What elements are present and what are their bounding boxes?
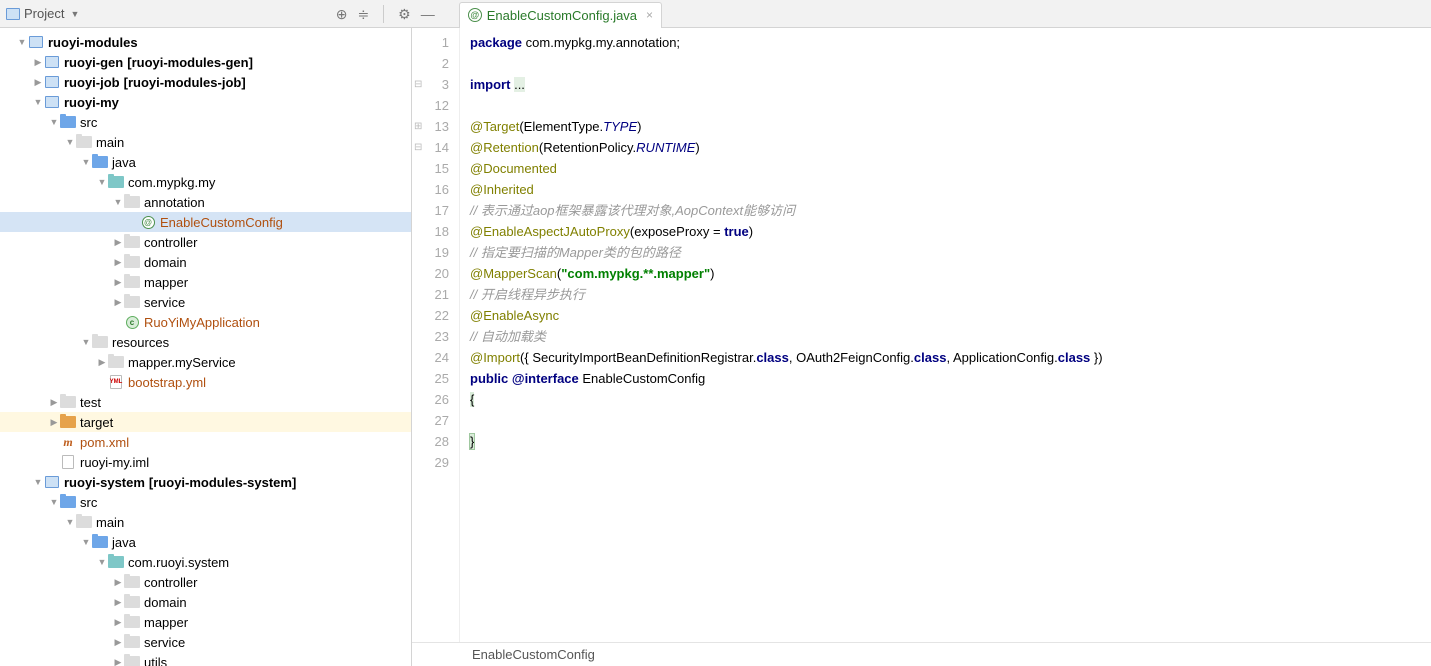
tree-label: main xyxy=(96,135,124,150)
tree-suffix: [ruoyi-modules-job] xyxy=(124,75,246,90)
tree-label: domain xyxy=(144,595,187,610)
tree-label: mapper xyxy=(144,275,188,290)
tree-row[interactable]: ▶ruoyi-job[ruoyi-modules-job] xyxy=(0,72,411,92)
tree-label: mapper.myService xyxy=(128,355,236,370)
tree-row[interactable]: ▶ruoyi-gen[ruoyi-modules-gen] xyxy=(0,52,411,72)
tree-label: main xyxy=(96,515,124,530)
main-split: ▼ruoyi-modules▶ruoyi-gen[ruoyi-modules-g… xyxy=(0,28,1431,666)
tree-label: java xyxy=(112,535,136,550)
settings-icon[interactable]: ≑ xyxy=(357,7,369,21)
tree-row[interactable]: ▼java xyxy=(0,152,411,172)
tree-row[interactable]: ▼ruoyi-modules xyxy=(0,32,411,52)
tree-row[interactable]: ▼annotation xyxy=(0,192,411,212)
tree-row[interactable]: ▶domain xyxy=(0,592,411,612)
tree-label: ruoyi-my xyxy=(64,95,119,110)
code-area[interactable]: package com.mypkg.my.annotation; import … xyxy=(460,28,1431,642)
tree-label: test xyxy=(80,395,101,410)
tree-label: com.mypkg.my xyxy=(128,175,215,190)
tree-row[interactable]: ·cRuoYiMyApplication xyxy=(0,312,411,332)
tree-row[interactable]: ▼resources xyxy=(0,332,411,352)
project-selector[interactable]: Project ▼ xyxy=(0,6,79,21)
project-label: Project xyxy=(24,6,64,21)
tree-row[interactable]: ▶mapper.myService xyxy=(0,352,411,372)
tree-row[interactable]: ▼java xyxy=(0,532,411,552)
toolbar: Project ▼ ⊕ ≑ ⚙ — @ EnableCustomConfig.j… xyxy=(0,0,1431,28)
tree-label: domain xyxy=(144,255,187,270)
tree-label: EnableCustomConfig xyxy=(160,215,283,230)
editor-tabs: @ EnableCustomConfig.java × xyxy=(455,0,662,28)
tree-label: annotation xyxy=(144,195,205,210)
tree-suffix: [ruoyi-modules-gen] xyxy=(127,55,253,70)
toolbar-actions: ⊕ ≑ ⚙ — xyxy=(336,5,445,23)
editor: 123121314151617181920212223242526272829 … xyxy=(412,28,1431,666)
tree-row[interactable]: ▶service xyxy=(0,632,411,652)
tree-row[interactable]: ▼main xyxy=(0,512,411,532)
tree-label: src xyxy=(80,495,97,510)
tree-row[interactable]: ▼src xyxy=(0,112,411,132)
tree-label: ruoyi-modules xyxy=(48,35,138,50)
tree-row[interactable]: ▶utils xyxy=(0,652,411,666)
tree-row[interactable]: ·mpom.xml xyxy=(0,432,411,452)
separator xyxy=(383,5,384,23)
tree-label: ruoyi-system xyxy=(64,475,145,490)
tree-label: mapper xyxy=(144,615,188,630)
tree-row[interactable]: ▶domain xyxy=(0,252,411,272)
tree-row[interactable]: ▼com.mypkg.my xyxy=(0,172,411,192)
tree-row[interactable]: ▶controller xyxy=(0,572,411,592)
tree-row[interactable]: ▶mapper xyxy=(0,272,411,292)
tree-label: com.ruoyi.system xyxy=(128,555,229,570)
editor-area[interactable]: 123121314151617181920212223242526272829 … xyxy=(412,28,1431,642)
close-icon[interactable]: × xyxy=(646,8,653,22)
minimize-icon[interactable]: — xyxy=(421,7,435,21)
tree-label: controller xyxy=(144,575,197,590)
tree-label: target xyxy=(80,415,113,430)
tree-row[interactable]: ·@EnableCustomConfig xyxy=(0,212,411,232)
tree-row[interactable]: ·YMLbootstrap.yml xyxy=(0,372,411,392)
tree-label: pom.xml xyxy=(80,435,129,450)
tree-suffix: [ruoyi-modules-system] xyxy=(149,475,296,490)
breadcrumb[interactable]: EnableCustomConfig xyxy=(412,642,1431,666)
tree-row[interactable]: ·ruoyi-my.iml xyxy=(0,452,411,472)
tree-label: bootstrap.yml xyxy=(128,375,206,390)
tree-row[interactable]: ▶controller xyxy=(0,232,411,252)
gutter: 123121314151617181920212223242526272829 xyxy=(412,28,460,642)
tree-label: ruoyi-gen xyxy=(64,55,123,70)
chevron-down-icon: ▼ xyxy=(70,9,79,19)
tree-label: controller xyxy=(144,235,197,250)
tree-label: RuoYiMyApplication xyxy=(144,315,260,330)
tree-label: ruoyi-job xyxy=(64,75,120,90)
breadcrumb-item[interactable]: EnableCustomConfig xyxy=(472,647,595,662)
tree-label: ruoyi-my.iml xyxy=(80,455,149,470)
tree-row[interactable]: ▼main xyxy=(0,132,411,152)
tree-label: src xyxy=(80,115,97,130)
tree-row[interactable]: ▶service xyxy=(0,292,411,312)
tree-row[interactable]: ▶mapper xyxy=(0,612,411,632)
tree-label: service xyxy=(144,635,185,650)
tree-row[interactable]: ▼src xyxy=(0,492,411,512)
tab-enablecustomconfig[interactable]: @ EnableCustomConfig.java × xyxy=(459,2,662,28)
gear-icon[interactable]: ⚙ xyxy=(398,7,411,21)
tree-row[interactable]: ▶test xyxy=(0,392,411,412)
tree-row[interactable]: ▼ruoyi-my xyxy=(0,92,411,112)
annotation-icon: @ xyxy=(468,8,482,22)
tree-row[interactable]: ▼ruoyi-system[ruoyi-modules-system] xyxy=(0,472,411,492)
tree-label: resources xyxy=(112,335,169,350)
tree-row[interactable]: ▼com.ruoyi.system xyxy=(0,552,411,572)
project-tree[interactable]: ▼ruoyi-modules▶ruoyi-gen[ruoyi-modules-g… xyxy=(0,28,412,666)
tab-label: EnableCustomConfig.java xyxy=(487,8,637,23)
target-icon[interactable]: ⊕ xyxy=(336,7,348,21)
tree-label: service xyxy=(144,295,185,310)
tree-label: utils xyxy=(144,655,167,666)
project-icon xyxy=(6,8,20,20)
tree-row[interactable]: ▶target xyxy=(0,412,411,432)
tree-label: java xyxy=(112,155,136,170)
